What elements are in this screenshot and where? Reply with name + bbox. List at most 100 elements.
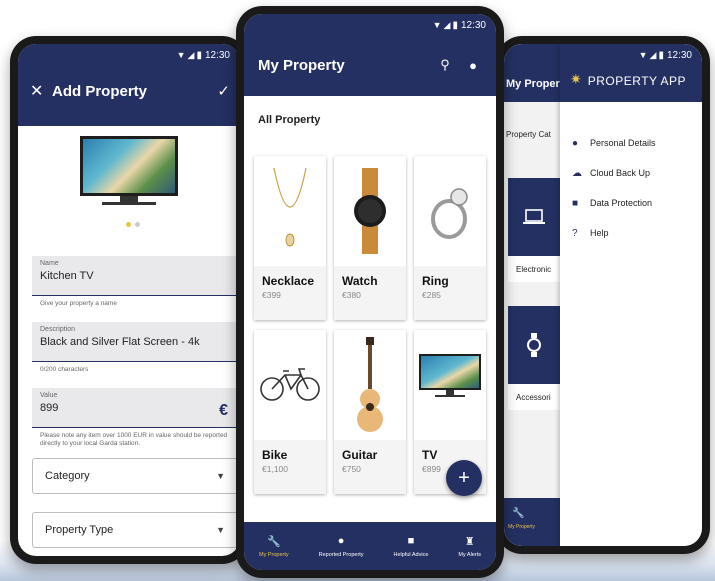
ring-image — [414, 156, 486, 266]
navigation-drawer: ▼ ◢ ▮ 12:30 ✷ PROPERTY APP ● Personal De… — [560, 44, 702, 546]
description-label: Description — [40, 326, 76, 333]
guitar-image — [334, 330, 406, 440]
wifi-icon: ▼ — [432, 20, 442, 30]
property-card-bike[interactable]: Bike €1,100 — [254, 330, 326, 494]
menu-item-cloud-backup[interactable]: ☁ Cloud Back Up — [572, 158, 656, 188]
battery-icon: ▮ — [196, 49, 202, 61]
category-select[interactable]: Category ▼ — [32, 458, 238, 494]
drawer-screen: My Proper Property Cat Electronic Access… — [504, 44, 702, 546]
add-property-header: ▼ ◢ ▮ 12:30 ✕ Add Property ✓ — [18, 44, 240, 126]
nav-label: Reported Property — [318, 551, 364, 558]
name-hint: Give your property a name — [40, 300, 117, 307]
value-value: 899 — [40, 402, 59, 414]
phone-my-property: ▼ ◢ ▮ 12:30 My Property ⚲ ● All Property… — [236, 6, 504, 578]
laptop-icon[interactable] — [508, 178, 560, 256]
help-box-icon: ■ — [407, 534, 415, 547]
menu-item-personal-details[interactable]: ● Personal Details — [572, 128, 656, 158]
app-name: PROPERTY APP — [587, 74, 686, 88]
card-price: €399 — [262, 290, 281, 300]
image-pager[interactable] — [126, 222, 140, 227]
nav-label: Helpful Advice — [393, 551, 429, 558]
check-icon[interactable]: ✓ — [217, 82, 230, 100]
description-hint: 0/200 characters — [40, 366, 89, 373]
name-label: Name — [40, 260, 59, 267]
nav-my-alerts[interactable]: ♜ My Alerts — [458, 535, 481, 558]
help-icon: ? — [572, 227, 578, 239]
watch-icon[interactable] — [508, 306, 560, 384]
property-image — [80, 136, 178, 210]
card-name: Ring — [422, 274, 449, 288]
wifi-icon: ▼ — [638, 50, 648, 60]
signal-icon: ◢ — [443, 19, 451, 30]
wrench-icon: 🔧 — [266, 535, 281, 548]
add-property-button[interactable]: + — [446, 460, 482, 496]
account-icon[interactable]: ● — [462, 58, 484, 73]
card-price: €750 — [342, 464, 361, 474]
wifi-icon: ▼ — [176, 50, 186, 60]
lock-icon: ■ — [572, 197, 579, 209]
euro-icon: € — [219, 402, 228, 419]
status-time: 12:30 — [204, 49, 230, 61]
phone-drawer: My Proper Property Cat Electronic Access… — [496, 36, 710, 554]
section-title: All Property — [258, 114, 321, 126]
watch-image — [334, 156, 406, 266]
property-card-necklace[interactable]: Necklace €399 — [254, 156, 326, 320]
add-property-screen: ▼ ◢ ▮ 12:30 ✕ Add Property ✓ Name Kitche… — [18, 44, 240, 556]
pager-dot-active[interactable] — [126, 222, 131, 227]
tile-electronic-label: Electronic — [508, 256, 560, 282]
close-icon[interactable]: ✕ — [30, 81, 52, 101]
menu-item-data-protection[interactable]: ■ Data Protection — [572, 188, 656, 218]
card-price: €285 — [422, 290, 441, 300]
status-time: 12:30 — [666, 49, 692, 61]
property-grid: Necklace €399 Watch €380 Ring €285 Bike … — [254, 156, 486, 494]
behind-title: My Proper — [506, 78, 560, 90]
card-price: €1,100 — [262, 464, 288, 474]
value-label: Value — [40, 392, 58, 399]
name-field[interactable]: Name Kitchen TV — [32, 256, 238, 296]
tv-image — [414, 330, 486, 440]
menu-item-label: Help — [590, 228, 609, 238]
value-hint: Please note any item over 1000 EUR in va… — [40, 432, 228, 447]
card-name: Necklace — [262, 274, 315, 288]
card-name: TV — [422, 448, 438, 462]
app-logo-icon: ✷ — [570, 71, 582, 87]
chevron-down-icon: ▼ — [216, 471, 225, 481]
nav-label: My Alerts — [458, 551, 481, 558]
page-title: Add Property — [52, 82, 148, 100]
nav-helpful-advice[interactable]: ■ Helpful Advice — [394, 535, 429, 558]
alert-icon: ● — [337, 534, 345, 547]
nav-label: My Property — [258, 551, 289, 558]
bottom-nav: 🔧 My Property ● Reported Property ■ Help… — [244, 522, 496, 570]
signal-icon: ◢ — [649, 49, 657, 60]
property-card-guitar[interactable]: Guitar €750 — [334, 330, 406, 494]
property-card-watch[interactable]: Watch €380 — [334, 156, 406, 320]
nav-reported-property[interactable]: ● Reported Property — [319, 535, 364, 558]
pager-dot[interactable] — [135, 222, 140, 227]
bike-image — [254, 330, 326, 440]
property-type-select[interactable]: Property Type ▼ — [32, 512, 238, 548]
property-type-label: Property Type — [45, 524, 114, 536]
value-field[interactable]: Value 899 € — [32, 388, 238, 428]
signal-icon: ◢ — [187, 49, 195, 60]
search-icon[interactable]: ⚲ — [434, 57, 456, 73]
description-field[interactable]: Description Black and Silver Flat Screen… — [32, 322, 238, 362]
category-label: Category — [45, 470, 90, 482]
tile-accessories-label: Accessori — [508, 384, 560, 410]
property-card-ring[interactable]: Ring €285 — [414, 156, 486, 320]
chevron-down-icon: ▼ — [216, 525, 225, 535]
name-value: Kitchen TV — [40, 270, 94, 282]
nav-my-property[interactable]: 🔧 My Property — [259, 535, 289, 558]
phone-add-property: ▼ ◢ ▮ 12:30 ✕ Add Property ✓ Name Kitche… — [10, 36, 248, 564]
wrench-icon[interactable]: 🔧 — [512, 508, 524, 519]
page-title: My Property — [258, 56, 345, 74]
behind-header: My Proper — [504, 44, 560, 102]
card-name: Watch — [342, 274, 378, 288]
menu-item-help[interactable]: ? Help — [572, 218, 656, 248]
menu-item-label: Personal Details — [590, 138, 656, 148]
siren-icon: ♜ — [464, 535, 475, 548]
behind-category-label: Property Cat — [506, 130, 551, 139]
drawer-menu: ● Personal Details ☁ Cloud Back Up ■ Dat… — [572, 128, 656, 248]
status-bar: ▼ ◢ ▮ 12:30 — [244, 14, 496, 36]
my-property-screen: ▼ ◢ ▮ 12:30 My Property ⚲ ● All Property… — [244, 14, 496, 570]
menu-item-label: Cloud Back Up — [590, 168, 651, 178]
